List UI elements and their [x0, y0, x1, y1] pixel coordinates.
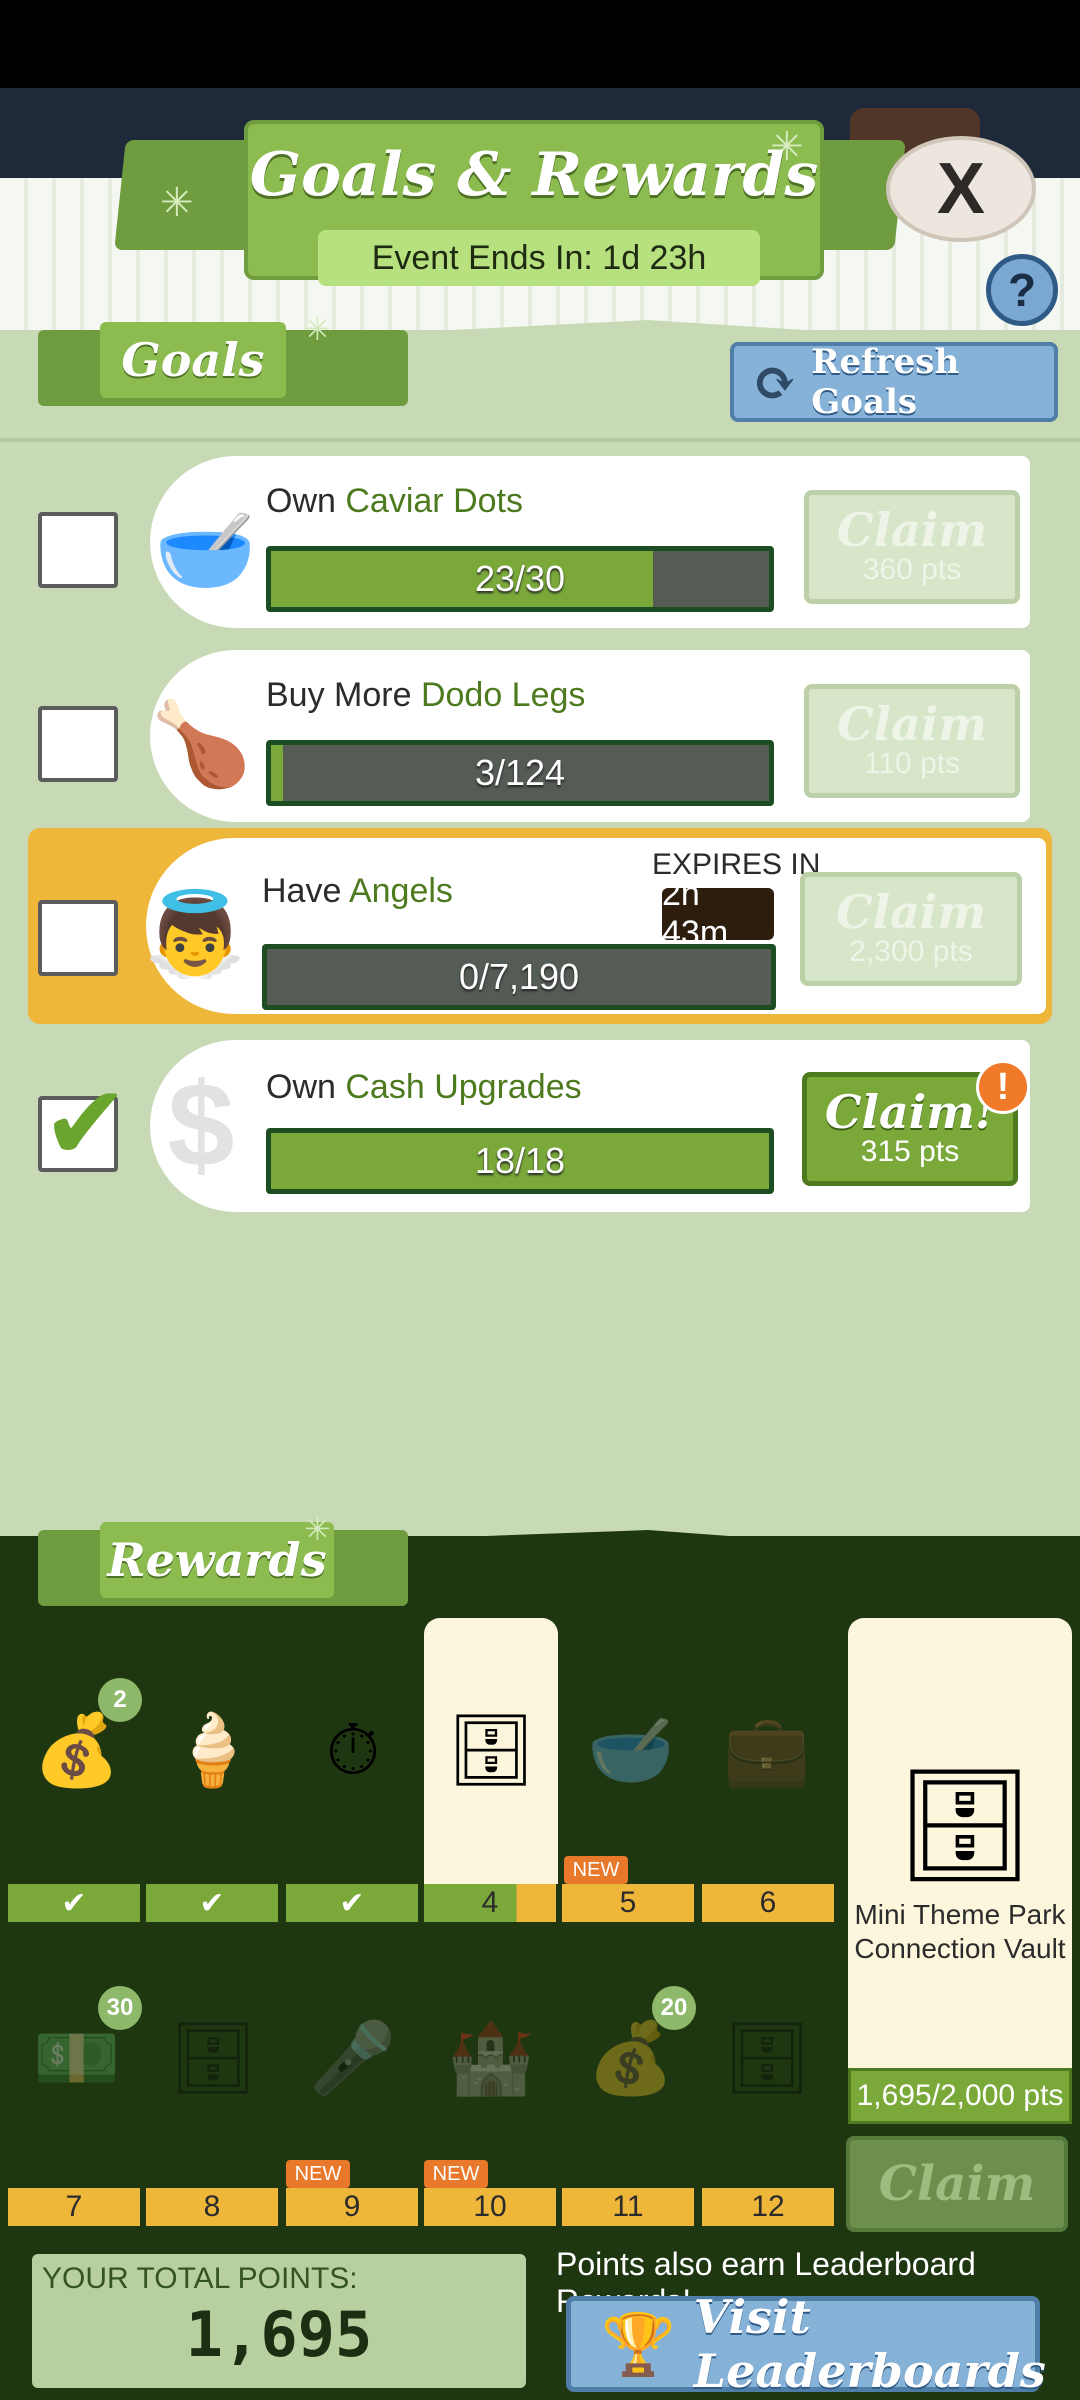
goals-tab-label: Goals	[100, 322, 286, 398]
sparkle-star-icon: ✳	[304, 311, 331, 347]
angel-investor-icon: 👼	[143, 889, 247, 980]
goal-title: Own Caviar Dots	[266, 482, 523, 520]
dollar-sign-icon: $	[167, 1058, 235, 1192]
reward-slot-10: 10	[424, 2188, 556, 2226]
grand-reward-progress: 1,695/2,000 pts	[848, 2068, 1072, 2124]
new-tag: NEW	[564, 1856, 628, 1884]
goal-checkbox[interactable]	[38, 706, 118, 782]
goal-title: Have Angels	[262, 872, 453, 910]
progress-text: 23/30	[474, 558, 566, 599]
sparkle-star-icon: ✳	[304, 1511, 331, 1547]
money-bag-1d-icon[interactable]: 💼	[712, 1696, 822, 1806]
time-warp-bag-icon[interactable]: ⏱	[298, 1696, 408, 1806]
sparkle-star-icon: ✳	[160, 181, 194, 225]
reward-slot-8: 8	[146, 2188, 278, 2226]
goal-checkbox[interactable]	[38, 900, 118, 976]
vault-icon[interactable]: 🗄	[712, 2004, 822, 2114]
checkmark-icon: ✔	[199, 1886, 225, 1920]
claim-button-disabled[interactable]: Claim 110 pts	[804, 684, 1020, 798]
rewards-tab-label: Rewards	[100, 1522, 334, 1598]
reward-slot-6: 6	[702, 1884, 834, 1922]
goal-progress-bar: 0/7,190	[262, 944, 776, 1010]
claim-points: 315 pts	[860, 1135, 960, 1168]
reward-count-badge: 2	[98, 1678, 142, 1722]
progress-text: 3/124	[474, 752, 566, 793]
new-tag: NEW	[424, 2160, 488, 2188]
progress-text: 0/7,190	[458, 956, 580, 997]
claim-points: 110 pts	[863, 747, 961, 780]
claim-button-disabled[interactable]: Claim 360 pts	[804, 490, 1020, 604]
checkmark-icon: ✔	[339, 1886, 365, 1920]
expires-timer: 2h 43m	[662, 875, 774, 952]
goal-checkbox[interactable]	[38, 512, 118, 588]
event-timer: Event Ends In: 1d 23h	[318, 230, 760, 286]
refresh-icon: ⟳	[752, 350, 798, 414]
total-points-value: 1,695	[185, 2298, 373, 2371]
goal-progress-bar: 18/18	[266, 1128, 774, 1194]
reward-slot-1: ✔	[8, 1884, 140, 1922]
reward-slot-5: 5	[562, 1884, 694, 1922]
status-bar	[0, 0, 1080, 88]
reward-slot-12: 12	[702, 2188, 834, 2226]
reward-slot-11: 11	[562, 2188, 694, 2226]
new-tag: NEW	[286, 2160, 350, 2188]
claim-label: Claim!	[824, 1085, 996, 1139]
help-button[interactable]: ?	[986, 254, 1058, 326]
refresh-goals-label: Refresh Goals	[811, 342, 960, 422]
checkmark-icon: ✔	[42, 1066, 130, 1182]
reward-slot-9: 9	[286, 2188, 418, 2226]
reward-count-badge: 30	[98, 1986, 142, 2030]
close-button[interactable]: X	[886, 136, 1036, 242]
reward-slot-2: ✔	[146, 1884, 278, 1922]
goal-title: Own Cash Upgrades	[266, 1068, 582, 1106]
microphone-icon[interactable]: 🎤	[298, 2004, 408, 2114]
vault-icon: 🗄	[895, 1763, 1035, 1887]
caviar-bowl-icon: 🥣	[153, 505, 257, 596]
visit-leaderboards-button[interactable]: 🏆 Visit Leaderboards	[566, 2290, 1046, 2398]
claim-label: Claim	[836, 697, 988, 751]
refresh-goals-button[interactable]: ⟳ Refresh Goals	[730, 342, 1058, 422]
checkmark-icon: ✔	[61, 1886, 87, 1920]
visit-leaderboards-label: Visit Leaderboards	[693, 2290, 1046, 2398]
theme-park-icon[interactable]: 🏰	[436, 2004, 546, 2114]
total-points-label: YOUR TOTAL POINTS:	[42, 2262, 358, 2295]
goal-progress-bar: 3/124	[266, 740, 774, 806]
claim-points: 2,300 pts	[849, 935, 973, 968]
claim-button-disabled[interactable]: Claim 2,300 pts	[800, 872, 1022, 986]
alert-badge: !	[976, 1060, 1030, 1114]
goals-tab: Goals	[38, 322, 408, 406]
page-title: Goals & Rewards	[249, 140, 819, 210]
reward-slot-4: 4	[424, 1884, 556, 1922]
divider	[0, 438, 1080, 442]
goal-progress-bar: 23/30	[266, 546, 774, 612]
vault-icon[interactable]: 🗄	[436, 1696, 546, 1806]
grand-reward-name: Mini Theme Park Connection Vault	[854, 1899, 1066, 1964]
goal-title: Buy More Dodo Legs	[266, 676, 586, 714]
vault-icon[interactable]: 🗄	[158, 2004, 268, 2114]
rewards-tab: Rewards	[38, 1522, 408, 1606]
trophy-icon: 🏆	[601, 2309, 676, 2380]
caviar-bowl-icon[interactable]: 🥣	[576, 1696, 686, 1806]
claim-label: Claim	[836, 503, 988, 557]
claim-label: Claim	[835, 885, 987, 939]
grand-reward-claim-button[interactable]: Claim	[846, 2136, 1068, 2232]
drumstick-icon: 🍗	[149, 699, 253, 790]
claim-points: 360 pts	[862, 553, 962, 586]
reward-slot-7: 7	[8, 2188, 140, 2226]
reward-slot-3: ✔	[286, 1884, 418, 1922]
reward-count-badge: 20	[652, 1986, 696, 2030]
ice-pop-icon[interactable]: 🍦	[158, 1696, 268, 1806]
progress-text: 18/18	[474, 1140, 566, 1181]
